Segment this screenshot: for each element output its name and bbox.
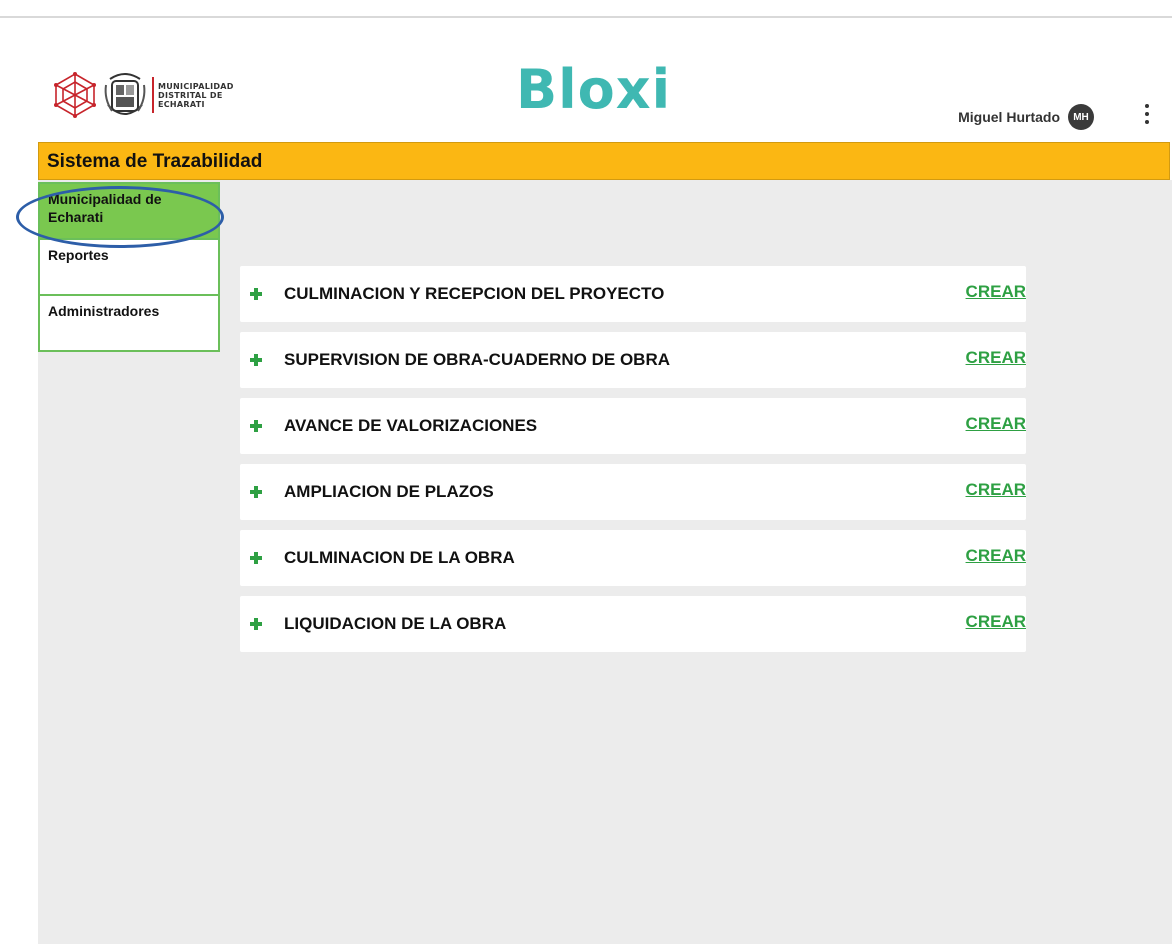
top-divider [0,16,1172,18]
list-item[interactable]: CULMINACION Y RECEPCION DEL PROYECTO CRE… [240,266,1026,322]
sidebar-item-administradores[interactable]: Administradores [38,294,220,352]
sidebar: Municipalidad de Echarati Reportes Admin… [38,182,220,352]
user-name: Miguel Hurtado [958,109,1060,125]
user-menu[interactable]: Miguel Hurtado MH [958,104,1094,130]
brand-title: Bloxi [516,58,672,121]
geometric-emblem-icon [54,72,96,118]
create-link[interactable]: CREAR [966,414,1026,434]
sidebar-item-reportes[interactable]: Reportes [38,238,220,296]
list-item-label: AMPLIACION DE PLAZOS [284,482,494,501]
list-item-label: CULMINACION Y RECEPCION DEL PROYECTO [284,284,665,303]
kebab-menu-icon[interactable] [1144,104,1150,124]
sidebar-item-municipalidad[interactable]: Municipalidad de Echarati [38,182,220,240]
logo-wordmark: MUNICIPALIDAD DISTRITAL DE ECHARATI [158,82,234,109]
logo-line-2: DISTRITAL DE [158,90,223,100]
create-link[interactable]: CREAR [966,282,1026,302]
plus-icon [250,288,262,300]
plus-icon [250,354,262,366]
page-title: Sistema de Trazabilidad [47,151,263,172]
plus-icon [250,486,262,498]
sidebar-item-label: Administradores [48,303,160,319]
list-item-label: SUPERVISION DE OBRA-CUADERNO DE OBRA [284,350,671,369]
create-link[interactable]: CREAR [966,612,1026,632]
list-item[interactable]: CULMINACION DE LA OBRA CREAR [240,530,1026,586]
logo-separator [152,77,154,113]
avatar[interactable]: MH [1068,104,1094,130]
plus-icon [250,420,262,432]
list-item-label: AVANCE DE VALORIZACIONES [284,416,538,435]
list-item-label: LIQUIDACION DE LA OBRA [284,614,507,633]
sidebar-item-label: Reportes [48,247,109,263]
plus-icon [250,618,262,630]
list-item[interactable]: LIQUIDACION DE LA OBRA CREAR [240,596,1026,652]
list-item[interactable]: AVANCE DE VALORIZACIONES CREAR [240,398,1026,454]
title-bar: Sistema de Trazabilidad [38,142,1170,180]
municipal-crest-icon [104,73,146,115]
app-header: MUNICIPALIDAD DISTRITAL DE ECHARATI Blox… [0,40,1172,140]
logo-line-3: ECHARATI [158,99,205,109]
create-link[interactable]: CREAR [966,348,1026,368]
municipality-logo: MUNICIPALIDAD DISTRITAL DE ECHARATI [52,60,234,130]
create-link[interactable]: CREAR [966,480,1026,500]
sidebar-item-label: Municipalidad de Echarati [48,191,162,225]
list-item[interactable]: AMPLIACION DE PLAZOS CREAR [240,464,1026,520]
plus-icon [250,552,262,564]
logo-line-1: MUNICIPALIDAD [158,81,234,91]
create-link[interactable]: CREAR [966,546,1026,566]
list-item[interactable]: SUPERVISION DE OBRA-CUADERNO DE OBRA CRE… [240,332,1026,388]
list-item-label: CULMINACION DE LA OBRA [284,548,515,567]
task-list: CULMINACION Y RECEPCION DEL PROYECTO CRE… [240,266,1026,662]
